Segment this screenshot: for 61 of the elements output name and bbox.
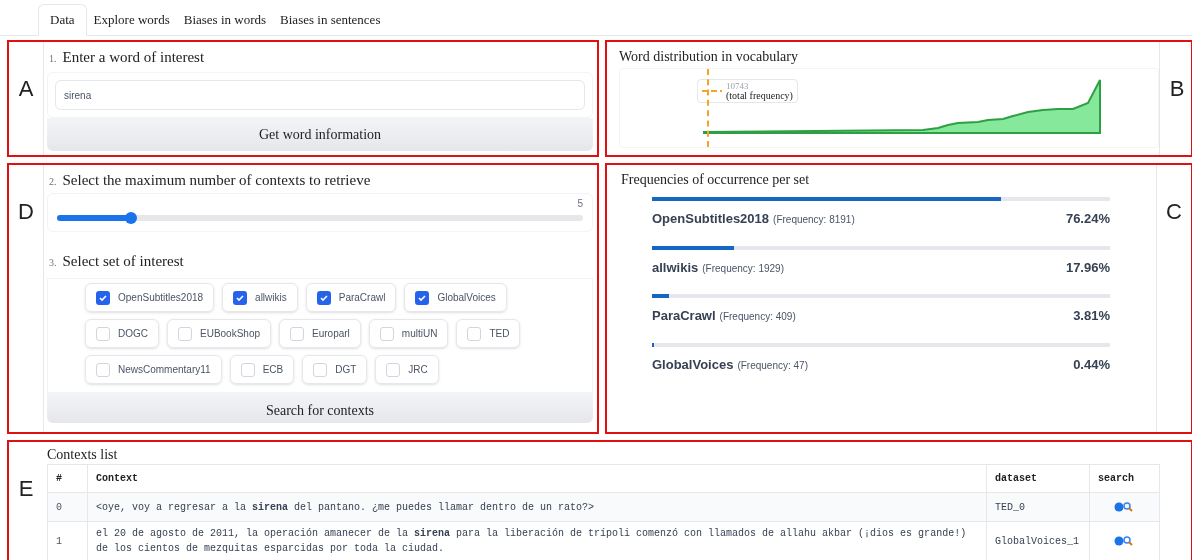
set-checkbox[interactable]: Europarl xyxy=(279,319,361,348)
set-checkbox[interactable]: GlobalVoices xyxy=(404,283,507,312)
percentage: 17.96% xyxy=(1065,258,1110,277)
set-checkbox[interactable]: ECB xyxy=(229,355,295,384)
set-name: OpenSubtitles2018 xyxy=(652,210,770,228)
frequency-count: (Frequency: 8191) xyxy=(773,213,855,227)
set-checkbox[interactable]: DGT xyxy=(302,355,368,384)
table-cell: GlobalVoices_1 xyxy=(986,521,1090,560)
section-label: Enter a word of interest xyxy=(62,48,205,67)
frequency-count: (Frequency: 409) xyxy=(719,310,796,324)
step-number: 3. xyxy=(49,256,57,270)
chart-title: Word distribution in vocabulary xyxy=(619,48,798,66)
search-icon[interactable] xyxy=(1114,536,1135,546)
step-number: 1. xyxy=(49,52,57,66)
step-number: 2. xyxy=(49,175,57,189)
checkmark-icon xyxy=(235,292,246,303)
dashed-line-icon xyxy=(702,89,722,93)
set-checkbox[interactable]: NewsCommentary11 xyxy=(85,355,222,384)
frequency-count: (Frequency: 47) xyxy=(737,358,808,373)
search-icon[interactable] xyxy=(1114,502,1135,512)
set-name: allwikis xyxy=(652,258,699,277)
panel-title: Frequencies of occurrence per set xyxy=(621,171,810,189)
table-cell: el 20 de agosto de 2011, la operación amanecer de la sirena para la liberación de trípoli comenzó con llamados de allahu akbar (¡dios es grande!) de los cientos de mezquitas esparcidas por toda la ciudad. xyxy=(87,521,987,560)
set-checkbox[interactable]: multiUN xyxy=(368,319,449,348)
slider-value: 5 xyxy=(577,197,583,211)
legend-value: 10743 xyxy=(726,81,750,91)
set-checkbox[interactable]: allwikis xyxy=(222,283,298,312)
slider-track[interactable] xyxy=(57,215,583,221)
percentage: 0.44% xyxy=(1073,355,1110,374)
table-title: Contexts list xyxy=(47,446,118,464)
set-checkbox[interactable]: DOGC xyxy=(85,319,159,348)
search-contexts-button[interactable]: Search for contexts xyxy=(47,393,593,423)
tab[interactable]: Biases in words xyxy=(176,5,274,35)
tab[interactable]: Biases in sentences xyxy=(273,5,388,35)
set-checkbox[interactable]: JRC xyxy=(375,355,439,384)
set-checkbox[interactable]: ParaCrawl xyxy=(305,283,397,312)
word-input-field[interactable]: sirena xyxy=(55,80,585,110)
annotation-letter: B xyxy=(1169,75,1185,103)
set-checkbox[interactable]: OpenSubtitles2018 xyxy=(85,283,215,312)
slider-thumb[interactable] xyxy=(124,212,137,224)
annotation-letter: A xyxy=(18,75,34,103)
tab[interactable]: Data xyxy=(38,4,87,36)
legend-label: (total frequency) xyxy=(726,91,793,101)
checkmark-icon xyxy=(417,292,428,303)
annotation-letter: E xyxy=(18,475,34,503)
get-word-info-button[interactable]: Get word information xyxy=(47,118,593,151)
annotation-letter: C xyxy=(1166,198,1182,226)
percentage: 76.24% xyxy=(1065,210,1110,228)
set-name: ParaCrawl xyxy=(652,307,716,325)
annotation-letter: D xyxy=(18,198,34,226)
set-name: GlobalVoices xyxy=(652,355,734,374)
frequency-count: (Frequency: 1929) xyxy=(702,261,784,276)
table-cell: 1 xyxy=(47,521,88,560)
section-label: Select set of interest xyxy=(62,252,184,271)
checkmark-icon xyxy=(98,292,108,303)
percentage: 3.81% xyxy=(1073,307,1110,325)
section-label: Select the maximum number of contexts to retrieve xyxy=(62,171,371,190)
tab[interactable]: Explore words xyxy=(86,5,177,35)
set-checkbox[interactable]: TED xyxy=(456,319,521,348)
set-checkbox[interactable]: EUBookShop xyxy=(167,319,272,348)
checkmark-icon xyxy=(318,292,329,303)
